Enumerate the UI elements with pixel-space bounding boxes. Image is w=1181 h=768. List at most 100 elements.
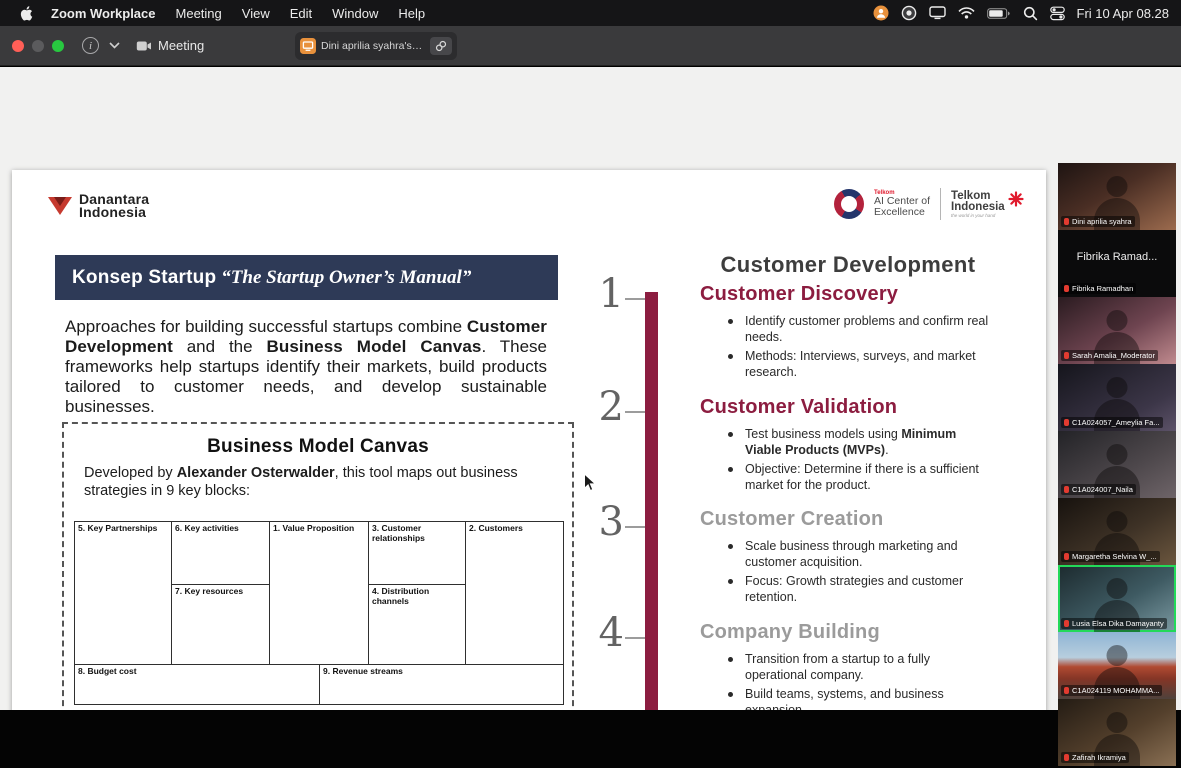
intro-paragraph: Approaches for building successful start…: [65, 317, 547, 416]
participant-tile[interactable]: C1A024057_Ameylia Fa...: [1058, 364, 1176, 431]
telkom-star-icon: [1008, 191, 1024, 207]
participant-name: Zafirah Ikramiya: [1072, 753, 1126, 762]
muted-mic-icon: [1064, 218, 1069, 225]
menubar-left: Zoom Workplace MeetingViewEditWindowHelp: [0, 6, 435, 21]
step-tick: [625, 637, 645, 639]
cd-bullet-list: Transition from a startup to a fully ope…: [700, 651, 992, 718]
telkom-line1: Telkom: [951, 191, 1005, 202]
cd-bullet: Methods: Interviews, surveys, and market…: [726, 348, 992, 380]
slide-title-prefix: Konsep Startup: [72, 267, 216, 289]
participant-name-label: C1A024119 MOHAMMA...: [1061, 685, 1162, 696]
cd-bullet: Test business models using Minimum Viabl…: [726, 426, 992, 458]
bmc-description: Developed by Alexander Osterwalder, this…: [84, 465, 552, 500]
participant-tile[interactable]: Zafirah Ikramiya: [1058, 699, 1176, 766]
app-menu-title[interactable]: Zoom Workplace: [41, 6, 166, 21]
bmc-cell-channels: 4. Distribution channels: [368, 584, 466, 665]
battery-icon[interactable]: [987, 8, 1011, 19]
muted-mic-icon: [1064, 553, 1069, 560]
display-icon[interactable]: [929, 6, 946, 20]
shared-screen-area: Danantara Indonesia Telkom AI Center of …: [0, 67, 1181, 710]
menu-help[interactable]: Help: [388, 6, 435, 21]
shared-screen-tab[interactable]: Dini aprilia syahra's screen: [295, 32, 457, 60]
bmc-cell-value-proposition: 1. Value Proposition: [269, 521, 369, 665]
step-number: 2: [578, 387, 624, 427]
participant-tile[interactable]: Lusia Elsa Dika Damayanty: [1058, 565, 1176, 632]
muted-mic-icon: [1064, 419, 1069, 426]
minimize-button[interactable]: [32, 40, 44, 52]
close-button[interactable]: [12, 40, 24, 52]
cd-bullet-list: Scale business through marketing and cus…: [700, 538, 992, 605]
participant-name-label: C1A024057_Ameylia Fa...: [1061, 417, 1163, 428]
participant-tile[interactable]: C1A024007_Naila: [1058, 431, 1176, 498]
bmc-table: 5. Key Partnerships 6. Key activities 7.…: [74, 521, 564, 705]
step-number: 4: [578, 613, 624, 653]
wifi-icon[interactable]: [958, 7, 975, 19]
business-model-canvas-box: Business Model Canvas Developed by Alexa…: [62, 422, 574, 716]
menu-window[interactable]: Window: [322, 6, 388, 21]
participant-name: Dini aprilia syahra: [1072, 217, 1132, 226]
cd-section-heading: Customer Discovery: [700, 283, 992, 306]
bmc-title: Business Model Canvas: [64, 436, 572, 458]
partner-logos: Telkom AI Center of Excellence Telkom In…: [834, 188, 1024, 220]
participant-name-label: Margaretha Selvina W_...: [1061, 551, 1160, 562]
participant-name-label: Zafirah Ikramiya: [1061, 752, 1129, 763]
cd-section: Customer Discovery Identify customer prob…: [700, 283, 992, 383]
participant-name: C1A024119 MOHAMMA...: [1072, 686, 1159, 695]
menu-meeting[interactable]: Meeting: [166, 6, 232, 21]
meeting-info-button[interactable]: i: [82, 37, 99, 54]
step-tick: [625, 411, 645, 413]
search-icon[interactable]: [1023, 6, 1038, 21]
control-center-icon[interactable]: [1050, 6, 1065, 21]
participant-tile[interactable]: Sarah Amalia_Moderator: [1058, 297, 1176, 364]
participant-name: Fibrika Ramadhan: [1072, 284, 1133, 293]
participant-tile[interactable]: Fibrika Ramad...Fibrika Ramadhan: [1058, 230, 1176, 297]
muted-mic-icon: [1064, 620, 1069, 627]
cd-bullet-list: Test business models using Minimum Viabl…: [700, 426, 992, 493]
menu-edit[interactable]: Edit: [280, 6, 322, 21]
menubar-menus: MeetingViewEditWindowHelp: [166, 6, 436, 21]
mouse-cursor: [583, 473, 597, 498]
danantara-name-2: Indonesia: [79, 206, 149, 219]
muted-mic-icon: [1064, 754, 1069, 761]
cd-bullet: Focus: Growth strategies and customer re…: [726, 573, 992, 605]
telkom-tagline: the world in your hand: [951, 213, 1005, 218]
slide-title-quoted: “The Startup Owner’s Manual”: [221, 267, 471, 289]
bottom-bar: [0, 710, 1181, 768]
logo-divider: [940, 188, 941, 220]
fullscreen-button[interactable]: [52, 40, 64, 52]
ai-coe-logo-text: Telkom AI Center of Excellence: [874, 190, 930, 218]
shared-screen-icon: [300, 38, 316, 54]
participant-tile[interactable]: Margaretha Selvina W_...: [1058, 498, 1176, 565]
bmc-cell-budget: 8. Budget cost: [74, 664, 320, 705]
cd-section-heading: Customer Validation: [700, 396, 992, 419]
participant-name: Margaretha Selvina W_...: [1072, 552, 1157, 561]
step-number: 1: [578, 274, 624, 314]
screen-record-icon[interactable]: [901, 5, 917, 21]
menu-view[interactable]: View: [232, 6, 280, 21]
participant-name-label: Lusia Elsa Dika Damayanty: [1061, 618, 1167, 629]
meeting-label: Meeting: [158, 38, 204, 53]
participant-name: C1A024007_Naila: [1072, 485, 1133, 494]
menubar-clock[interactable]: Fri 10 Apr 08.28: [1077, 6, 1170, 21]
participant-tile[interactable]: Dini aprilia syahra: [1058, 163, 1176, 230]
bmc-cell-revenue: 9. Revenue streams: [319, 664, 564, 705]
menubar: Zoom Workplace MeetingViewEditWindowHelp: [0, 0, 1181, 26]
bmc-cell-activities: 6. Key activities: [171, 521, 270, 585]
step-tick: [625, 526, 645, 528]
participant-name: Lusia Elsa Dika Damayanty: [1072, 619, 1164, 628]
cd-section: Customer Creation Scale business through …: [700, 508, 992, 608]
participant-tile[interactable]: C1A024119 MOHAMMA...: [1058, 632, 1176, 699]
cd-section-heading: Customer Creation: [700, 508, 992, 531]
bmc-cell-customers: 2. Customers: [465, 521, 564, 665]
menubar-status: Fri 10 Apr 08.28: [873, 5, 1181, 21]
participant-display-name: Fibrika Ramad...: [1058, 230, 1176, 283]
record-badge-icon[interactable]: [873, 5, 889, 21]
participant-name: Sarah Amalia_Moderator: [1072, 351, 1155, 360]
cd-section: Company BuildingTransition from a startu…: [700, 621, 992, 721]
progress-bar: [645, 292, 658, 728]
cd-section: Customer Validation Test business models …: [700, 396, 992, 496]
cd-bullet: Identify customer problems and confirm r…: [726, 313, 992, 345]
copy-link-icon[interactable]: [430, 37, 452, 55]
chevron-down-icon[interactable]: [109, 42, 120, 49]
apple-menu-icon[interactable]: [12, 6, 41, 21]
